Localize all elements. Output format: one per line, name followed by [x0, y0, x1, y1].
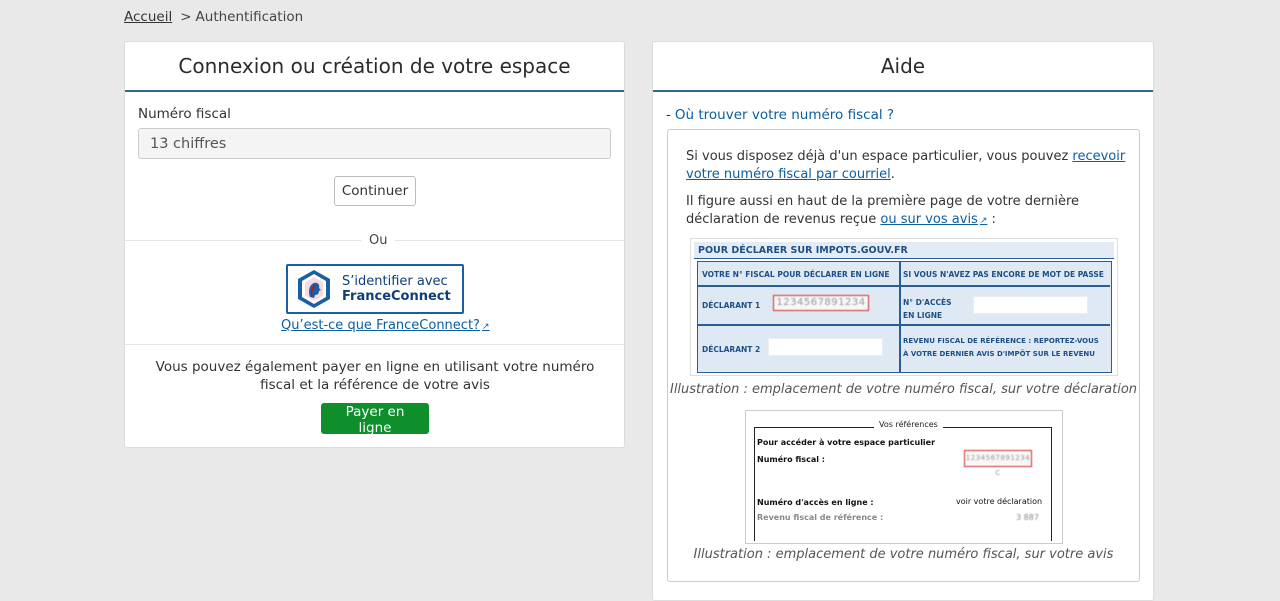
- declarant2-field: [768, 338, 883, 356]
- declarant2-label: DÉCLARANT 2: [702, 345, 761, 354]
- franceconnect-logo-icon: [298, 270, 330, 308]
- declaration-header: POUR DÉCLARER SUR IMPOTS.GOUV.FR: [694, 242, 1114, 259]
- or-label: Ou: [361, 233, 396, 248]
- help-paragraph-1-end: .: [890, 167, 895, 182]
- notice-access-label: Numéro d'accès en ligne :: [757, 498, 874, 507]
- notice-illustration: Vos références Pour accéder à votre espa…: [745, 410, 1063, 544]
- franceconnect-button[interactable]: S’identifier avec FranceConnect: [286, 264, 464, 314]
- declaration-col1-header: VOTRE N° FISCAL POUR DÉCLARER EN LIGNE: [702, 270, 890, 279]
- external-link-icon: ↗: [481, 322, 490, 332]
- notice-rfr-value: 3 887: [1016, 513, 1039, 522]
- continue-button[interactable]: Continuer: [334, 176, 416, 206]
- help-paragraph-2-end: :: [987, 212, 996, 227]
- declaration-illustration: POUR DÉCLARER SUR IMPOTS.GOUV.FR VOTRE N…: [690, 238, 1118, 376]
- declaration-caption: Illustration : emplacement de votre numé…: [669, 382, 1138, 397]
- declaration-col2-header: SI VOUS N'AVEZ PAS ENCORE DE MOT DE PASS…: [903, 270, 1104, 279]
- accordion-header[interactable]: - Où trouver votre numéro fiscal ?: [666, 107, 894, 123]
- help-paragraph-1: Si vous disposez déjà d'un espace partic…: [686, 148, 1126, 184]
- franceconnect-info-label: Qu’est-ce que FranceConnect?: [281, 318, 480, 333]
- login-panel: Connexion ou création de votre espace Nu…: [124, 41, 625, 448]
- notices-link-label: ou sur vos avis: [880, 212, 978, 227]
- declaration-grid: VOTRE N° FISCAL POUR DÉCLARER EN LIGNE S…: [697, 261, 1112, 373]
- breadcrumb: Accueil > Authentification: [124, 9, 303, 25]
- notice-access-line: Pour accéder à votre espace particulier: [757, 438, 936, 447]
- declarant1-label: DÉCLARANT 1: [702, 301, 761, 310]
- pay-online-button[interactable]: Payer en ligne: [321, 403, 429, 436]
- notice-legend: Vos références: [874, 420, 943, 429]
- rfr-note-line1: REVENU FISCAL DE RÉFÉRENCE : REPORTEZ-VO…: [903, 337, 1099, 345]
- notice-caption: Illustration : emplacement de votre numé…: [693, 547, 1114, 562]
- fiscal-number-label: Numéro fiscal: [138, 106, 231, 122]
- grid-divider: [698, 324, 1110, 326]
- notice-fiscal-number-highlight: 1234567891234 C: [964, 450, 1032, 477]
- accordion-body: Si vous disposez déjà d'un espace partic…: [667, 129, 1140, 582]
- notice-fiscal-label: Numéro fiscal :: [757, 455, 825, 464]
- help-paragraph-2: Il figure aussi en haut de la première p…: [686, 193, 1126, 230]
- access-number-line2: EN LIGNE: [903, 311, 943, 320]
- breadcrumb-current: Authentification: [195, 9, 304, 25]
- accordion-title: Où trouver votre numéro fiscal ?: [674, 107, 895, 123]
- franceconnect-line2: FranceConnect: [342, 289, 451, 304]
- rfr-note: REVENU FISCAL DE RÉFÉRENCE : REPORTEZ-VO…: [903, 335, 1099, 361]
- breadcrumb-home-link[interactable]: Accueil: [124, 9, 172, 25]
- grid-divider: [899, 262, 901, 372]
- help-paragraph-1-text: Si vous disposez déjà d'un espace partic…: [686, 149, 1073, 164]
- franceconnect-line1: S’identifier avec: [342, 274, 448, 289]
- access-number-line1: N° D'ACCÈS: [903, 298, 952, 307]
- fiscal-number-input[interactable]: [138, 128, 611, 159]
- help-title: Aide: [653, 42, 1153, 92]
- fiscal-number-highlight: 1234567891234: [773, 295, 869, 311]
- help-panel: Aide - Où trouver votre numéro fiscal ? S…: [652, 41, 1154, 601]
- grid-divider: [698, 285, 1110, 287]
- notices-link[interactable]: ou sur vos avis ↗: [880, 212, 987, 227]
- notice-access-value: voir votre déclaration: [956, 497, 1043, 506]
- pay-description: Vous pouvez également payer en ligne en …: [155, 359, 595, 393]
- access-number-label: N° D'ACCÈS EN LIGNE: [903, 296, 952, 322]
- rfr-note-line2: À VOTRE DERNIER AVIS D'IMPÔT SUR LE REVE…: [903, 350, 1095, 358]
- collapse-icon: -: [666, 107, 671, 123]
- access-number-field: [973, 296, 1088, 314]
- franceconnect-info-link[interactable]: Qu’est-ce que FranceConnect? ↗: [281, 318, 490, 333]
- divider: [125, 344, 624, 345]
- breadcrumb-separator: >: [180, 9, 192, 25]
- notice-rfr-label: Revenu fiscal de référence :: [757, 513, 884, 522]
- login-title: Connexion ou création de votre espace: [125, 42, 624, 92]
